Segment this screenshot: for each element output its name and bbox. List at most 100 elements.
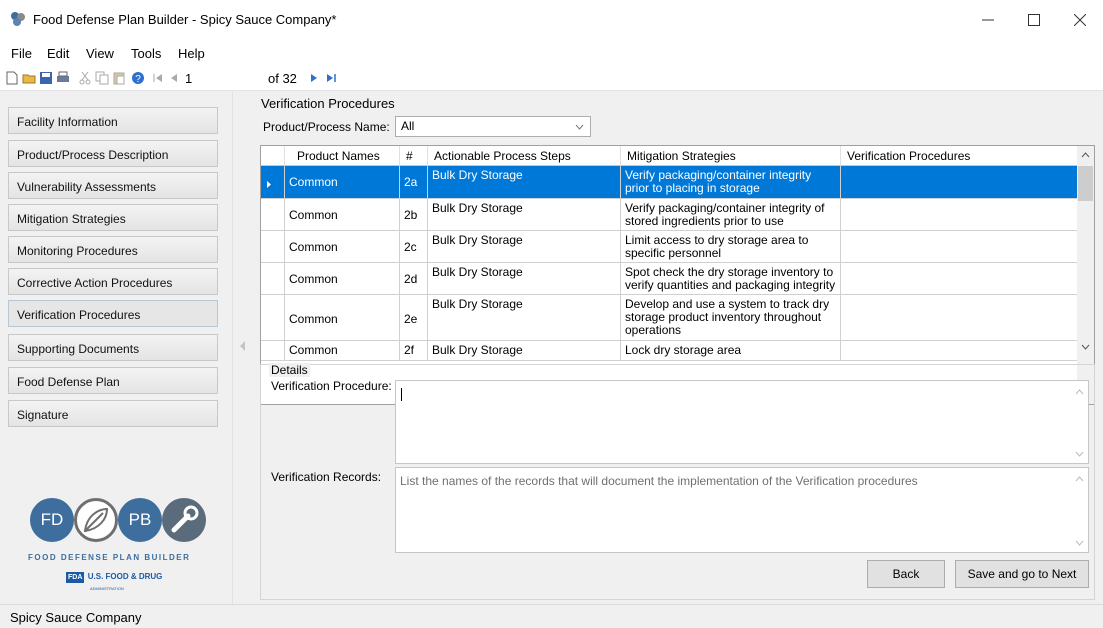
sidebar-item-monitoring-procedures[interactable]: Monitoring Procedures: [8, 236, 218, 263]
leaf-logo-icon: [74, 498, 118, 542]
cell-step[interactable]: Bulk Dry Storage: [428, 263, 621, 294]
cell-product[interactable]: Common: [285, 341, 400, 360]
panel-splitter[interactable]: [232, 92, 254, 604]
menu-edit[interactable]: Edit: [47, 46, 69, 61]
row-selector[interactable]: [261, 295, 285, 340]
cell-step[interactable]: Bulk Dry Storage: [428, 341, 621, 360]
row-selector[interactable]: [261, 199, 285, 230]
column-header-actionable-process-steps[interactable]: Actionable Process Steps: [428, 146, 621, 166]
cell-mitigation[interactable]: Lock dry storage area: [621, 341, 841, 360]
scroll-up-icon[interactable]: [1075, 476, 1084, 482]
sidebar-item-corrective-action-procedures[interactable]: Corrective Action Procedures: [8, 268, 218, 295]
minimize-button[interactable]: [965, 0, 1011, 40]
save-icon[interactable]: [39, 71, 53, 85]
sidebar-item-signature[interactable]: Signature: [8, 400, 218, 427]
cell-product[interactable]: Common: [285, 199, 400, 230]
next-page-icon[interactable]: [307, 71, 321, 85]
minimize-icon: [982, 19, 994, 21]
previous-page-icon[interactable]: [167, 71, 181, 85]
cell-verification[interactable]: [841, 263, 1079, 294]
table-row[interactable]: Common 2e Bulk Dry Storage Develop and u…: [261, 295, 1079, 341]
cell-verification[interactable]: [841, 166, 1079, 198]
cell-mitigation[interactable]: Verify packaging/container integrity pri…: [621, 166, 841, 198]
sidebar-item-verification-procedures[interactable]: Verification Procedures: [8, 300, 218, 327]
cell-product[interactable]: Common: [285, 263, 400, 294]
new-icon[interactable]: [5, 71, 19, 85]
scroll-up-icon[interactable]: [1081, 152, 1090, 158]
open-folder-icon[interactable]: [22, 71, 36, 85]
table-row[interactable]: Common 2d Bulk Dry Storage Spot check th…: [261, 263, 1079, 295]
sidebar-item-product-process-description[interactable]: Product/Process Description: [8, 140, 218, 167]
last-page-icon[interactable]: [324, 71, 338, 85]
page-number-input[interactable]: 1: [185, 71, 192, 86]
cut-icon[interactable]: [78, 71, 92, 85]
paste-icon[interactable]: [112, 71, 126, 85]
scroll-down-icon[interactable]: [1081, 344, 1090, 350]
status-bar: Spicy Sauce Company: [0, 604, 1103, 628]
column-header-product-names[interactable]: Product Names: [285, 146, 400, 166]
records-scrollbar[interactable]: [1071, 468, 1088, 552]
cell-mitigation[interactable]: Develop and use a system to track dry st…: [621, 295, 841, 340]
menu-help[interactable]: Help: [178, 46, 205, 61]
menu-view[interactable]: View: [86, 46, 114, 61]
cell-product[interactable]: Common: [285, 295, 400, 340]
fda-text: U.S. FOOD & DRUG: [87, 572, 163, 581]
chevron-down-icon: [575, 124, 584, 130]
sidebar-item-supporting-documents[interactable]: Supporting Documents: [8, 334, 218, 361]
column-header-mitigation-strategies[interactable]: Mitigation Strategies: [621, 146, 841, 166]
sidebar-item-facility-information[interactable]: Facility Information: [8, 107, 218, 134]
sidebar-item-vulnerability-assessments[interactable]: Vulnerability Assessments: [8, 172, 218, 199]
copy-icon[interactable]: [95, 71, 109, 85]
cell-verification[interactable]: [841, 231, 1079, 262]
cell-step[interactable]: Bulk Dry Storage: [428, 199, 621, 230]
cell-verification[interactable]: [841, 295, 1079, 340]
sidebar-item-food-defense-plan[interactable]: Food Defense Plan: [8, 367, 218, 394]
cell-verification[interactable]: [841, 199, 1079, 230]
wrench-logo-icon: [162, 498, 206, 542]
cell-mitigation[interactable]: Verify packaging/container integrity of …: [621, 199, 841, 230]
help-icon[interactable]: ?: [131, 71, 145, 85]
save-and-next-button[interactable]: Save and go to Next: [955, 560, 1089, 588]
cell-step[interactable]: Bulk Dry Storage: [428, 295, 621, 340]
column-header-number[interactable]: #: [400, 146, 428, 166]
print-icon[interactable]: [56, 71, 70, 85]
sidebar-item-mitigation-strategies[interactable]: Mitigation Strategies: [8, 204, 218, 231]
cell-number[interactable]: 2a: [400, 166, 428, 198]
menu-tools[interactable]: Tools: [131, 46, 161, 61]
menu-file[interactable]: File: [11, 46, 32, 61]
close-button[interactable]: [1057, 0, 1103, 40]
cell-number[interactable]: 2f: [400, 341, 428, 360]
collapse-left-icon[interactable]: [239, 340, 247, 352]
back-button[interactable]: Back: [867, 560, 945, 588]
scrollbar-thumb[interactable]: [1078, 166, 1093, 201]
fda-subtext: ADMINISTRATION: [90, 586, 124, 591]
cell-number[interactable]: 2b: [400, 199, 428, 230]
maximize-button[interactable]: [1011, 0, 1057, 40]
cell-step[interactable]: Bulk Dry Storage: [428, 231, 621, 262]
cell-mitigation[interactable]: Limit access to dry storage area to spec…: [621, 231, 841, 262]
cell-product[interactable]: Common: [285, 231, 400, 262]
cell-number[interactable]: 2e: [400, 295, 428, 340]
table-row[interactable]: Common 2c Bulk Dry Storage Limit access …: [261, 231, 1079, 263]
cell-number[interactable]: 2d: [400, 263, 428, 294]
product-process-select[interactable]: All: [395, 116, 591, 137]
procedure-scrollbar[interactable]: [1071, 381, 1088, 463]
row-selector[interactable]: [261, 341, 285, 360]
cell-step[interactable]: Bulk Dry Storage: [428, 166, 621, 198]
cell-number[interactable]: 2c: [400, 231, 428, 262]
row-selector[interactable]: [261, 231, 285, 262]
verification-procedure-field[interactable]: [395, 380, 1089, 464]
scroll-down-icon[interactable]: [1075, 540, 1084, 546]
table-row[interactable]: Common 2f Bulk Dry Storage Lock dry stor…: [261, 341, 1079, 361]
table-row[interactable]: Common 2b Bulk Dry Storage Verify packag…: [261, 199, 1079, 231]
scroll-up-icon[interactable]: [1075, 389, 1084, 395]
column-header-verification-procedures[interactable]: Verification Procedures: [841, 146, 1079, 166]
table-row[interactable]: Common 2a Bulk Dry Storage Verify packag…: [261, 166, 1079, 199]
scroll-down-icon[interactable]: [1075, 451, 1084, 457]
first-page-icon[interactable]: [151, 71, 165, 85]
cell-verification[interactable]: [841, 341, 1079, 360]
row-selector[interactable]: [261, 263, 285, 294]
verification-records-field[interactable]: List the names of the records that will …: [395, 467, 1089, 553]
cell-mitigation[interactable]: Spot check the dry storage inventory to …: [621, 263, 841, 294]
cell-product[interactable]: Common: [285, 166, 400, 198]
